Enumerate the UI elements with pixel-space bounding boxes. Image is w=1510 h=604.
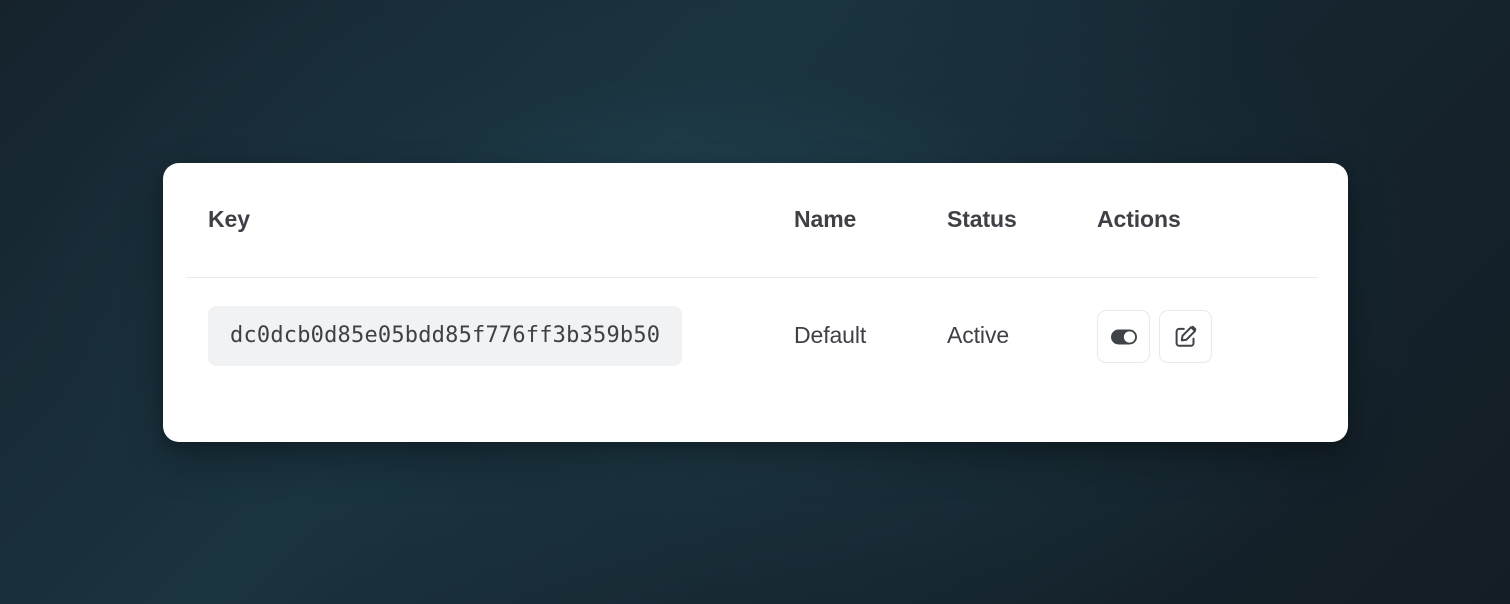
table-header-row: Key Name Status Actions xyxy=(186,163,1318,278)
cell-name: Default xyxy=(794,324,947,348)
cell-key: dc0dcb0d85e05bdd85f776ff3b359b50 xyxy=(186,306,794,366)
column-header-status-cell: Status xyxy=(947,208,1097,232)
column-header-actions: Actions xyxy=(1097,206,1181,232)
toggle-switch-on-icon xyxy=(1109,321,1139,351)
cell-actions xyxy=(1097,309,1297,363)
api-key-name: Default xyxy=(794,322,867,348)
toggle-key-button[interactable] xyxy=(1097,309,1150,363)
column-header-key-cell: Key xyxy=(186,208,794,232)
api-keys-table: Key Name Status Actions dc0dcb0d85e05bdd… xyxy=(186,163,1318,442)
edit-key-button[interactable] xyxy=(1159,309,1212,363)
column-header-actions-cell: Actions xyxy=(1097,208,1297,232)
column-header-status: Status xyxy=(947,206,1017,232)
status-badge: Active xyxy=(947,322,1010,348)
page-background: Key Name Status Actions dc0dcb0d85e05bdd… xyxy=(0,0,1510,604)
cell-status: Active xyxy=(947,324,1097,348)
edit-square-pencil-icon xyxy=(1172,322,1200,350)
api-keys-card: Key Name Status Actions dc0dcb0d85e05bdd… xyxy=(163,163,1348,442)
row-actions xyxy=(1097,309,1297,363)
column-header-key: Key xyxy=(208,206,250,232)
table-row: dc0dcb0d85e05bdd85f776ff3b359b50 Default… xyxy=(186,278,1318,394)
column-header-name: Name xyxy=(794,206,857,232)
api-key-value[interactable]: dc0dcb0d85e05bdd85f776ff3b359b50 xyxy=(208,306,683,366)
column-header-name-cell: Name xyxy=(794,208,947,232)
